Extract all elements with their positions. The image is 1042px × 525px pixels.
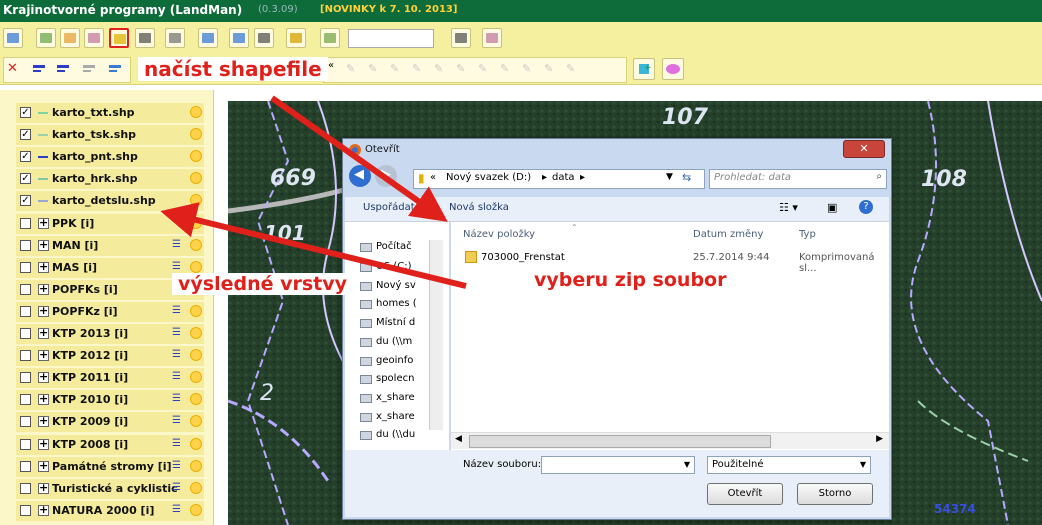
annotation-result-layers: výsledné vrstvy bbox=[172, 273, 354, 295]
edit-tool-icon[interactable]: ✎ bbox=[566, 62, 575, 75]
edit-tool-icon[interactable]: ✎ bbox=[500, 62, 509, 75]
edit-tool-icon[interactable]: ✎ bbox=[368, 62, 377, 75]
edit-tool-icon[interactable]: ✎ bbox=[478, 62, 487, 75]
annotation-load-shapefile: načíst shapefile bbox=[138, 57, 328, 81]
edit-tool-icon[interactable]: ✎ bbox=[434, 62, 443, 75]
edit-tool-icon[interactable]: ✎ bbox=[390, 62, 399, 75]
edit-tool-icon[interactable]: ✎ bbox=[522, 62, 531, 75]
edit-tool-icon[interactable]: ✎ bbox=[456, 62, 465, 75]
edit-tool-icon[interactable]: ✎ bbox=[346, 62, 355, 75]
edit-tool-icon[interactable]: ✎ bbox=[412, 62, 421, 75]
edit-tool-icon[interactable]: ✎ bbox=[544, 62, 553, 75]
annotation-select-zip: vyberu zip soubor bbox=[528, 269, 733, 291]
